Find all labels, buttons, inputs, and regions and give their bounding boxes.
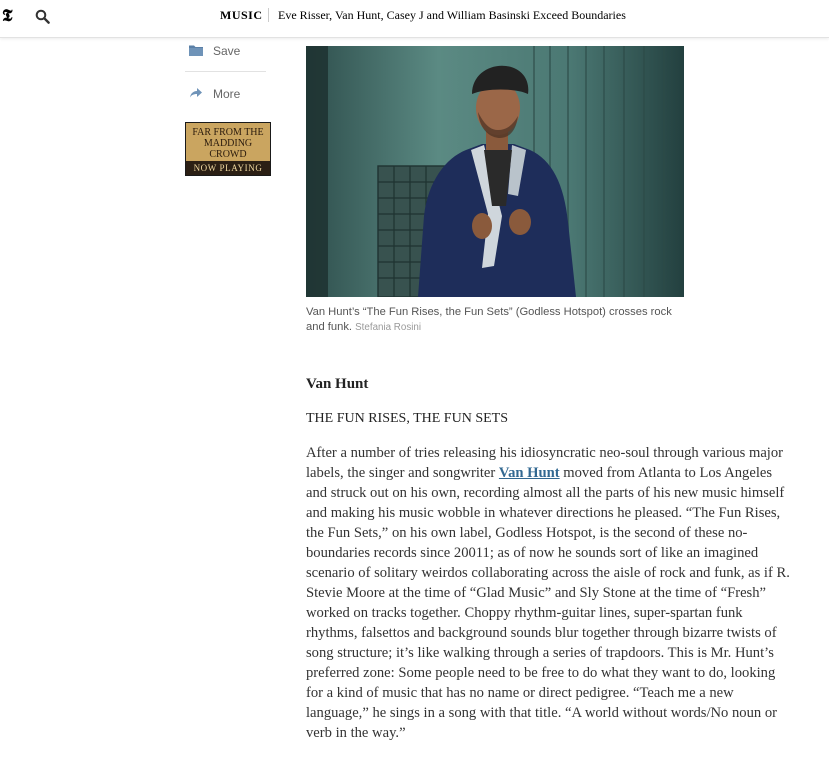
ad-line-1: FAR FROM THE [192, 127, 264, 138]
photo-credit: Stefania Rosini [355, 322, 422, 333]
paragraph-text-end: moved from Atlanta to Los Angeles and st… [306, 465, 790, 741]
nyt-logo-icon[interactable]: 𝕿 [2, 7, 16, 25]
article-photo [306, 46, 684, 297]
artist-heading: Van Hunt [306, 376, 369, 392]
top-bar: 𝕿 MUSIC Eve Risser, Van Hunt, Casey J an… [0, 0, 829, 38]
save-label: Save [213, 44, 241, 58]
folder-icon [189, 45, 203, 56]
article-paragraph: After a number of tries releasing his id… [306, 443, 790, 743]
header-headline: Eve Risser, Van Hunt, Casey J and Willia… [278, 8, 626, 22]
van-hunt-photo [306, 46, 684, 297]
ad-line-2: MADDING CROWD [203, 138, 253, 160]
share-divider [185, 71, 266, 72]
more-label: More [213, 87, 241, 101]
header-divider [268, 8, 269, 22]
ad-line-3: NOW PLAYING [186, 161, 270, 175]
album-title: THE FUN RISES, THE FUN SETS [306, 411, 508, 426]
photo-caption: Van Hunt’s “The Fun Rises, the Fun Sets”… [306, 305, 684, 335]
save-button[interactable]: Save [187, 41, 266, 61]
section-label[interactable]: MUSIC [220, 8, 263, 22]
ad-banner[interactable]: FAR FROM THE MADDING CROWD NOW PLAYING [185, 122, 271, 176]
van-hunt-link[interactable]: Van Hunt [499, 465, 560, 481]
more-button[interactable]: More [187, 84, 266, 104]
search-icon[interactable] [35, 9, 50, 24]
share-arrow-icon [190, 88, 202, 98]
